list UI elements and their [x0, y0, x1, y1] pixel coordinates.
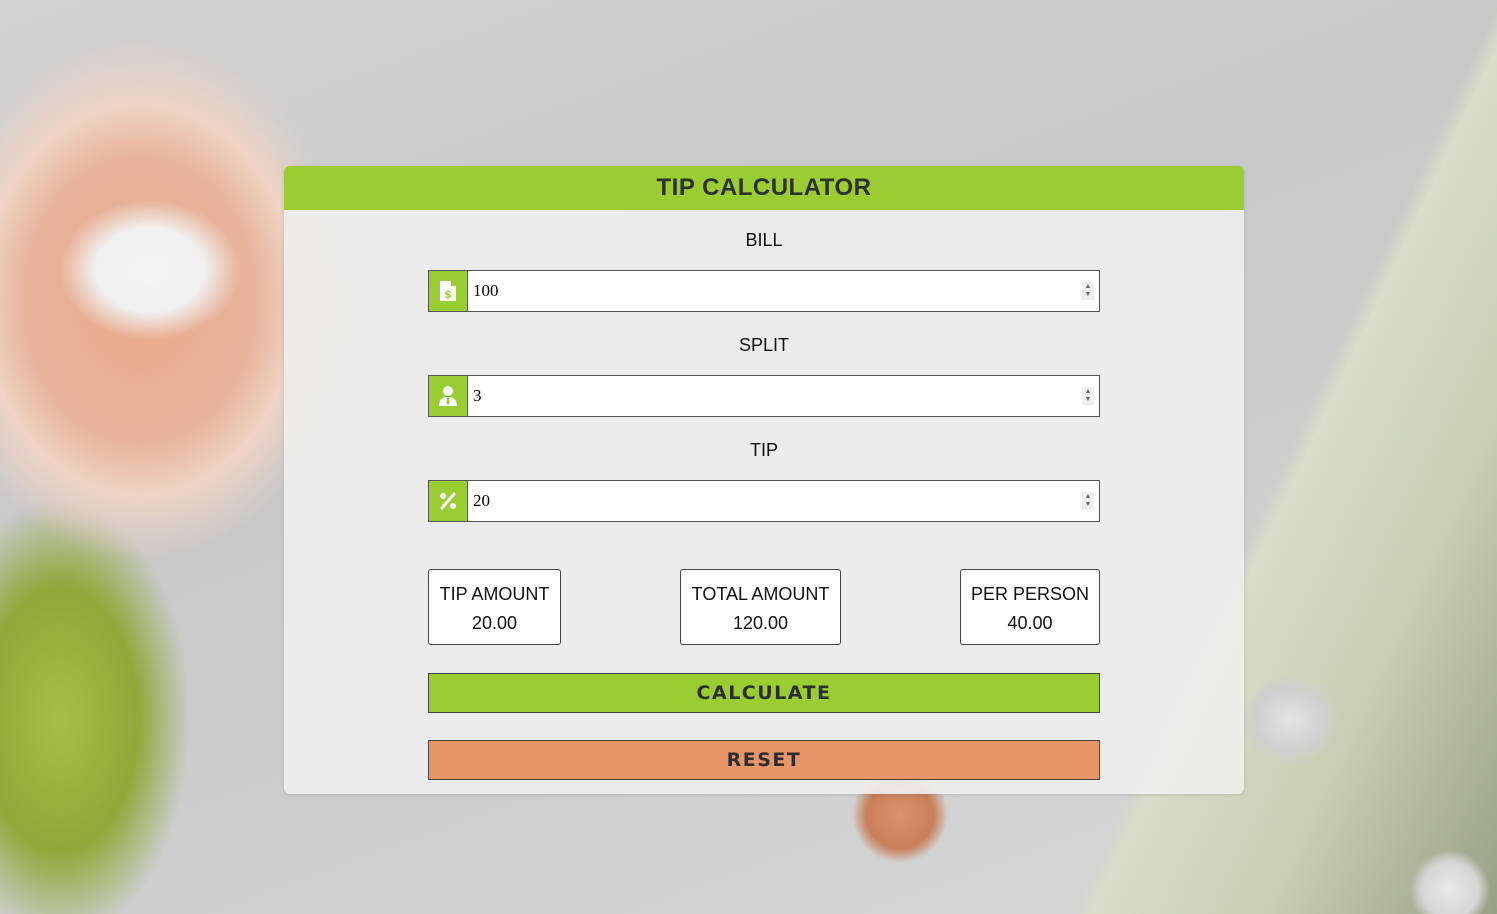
- tip-label: TIP: [749, 440, 778, 460]
- tip-field[interactable]: [468, 490, 1065, 512]
- tip-stepper[interactable]: ▲ ▼: [1082, 492, 1094, 510]
- bill-input-group: $ ▲▼: [428, 270, 1100, 312]
- percent-icon: [428, 480, 467, 522]
- per-person-value: 40.00: [1007, 613, 1053, 633]
- total-amount-value: 120.00: [732, 613, 789, 633]
- split-field[interactable]: [468, 385, 1065, 407]
- total-amount-box: TOTAL AMOUNT 120.00: [680, 569, 841, 645]
- reset-button[interactable]: RESET: [428, 740, 1100, 780]
- tip-input-group: ▲▼: [428, 480, 1100, 522]
- per-person-label: PER PERSON: [970, 584, 1090, 604]
- split-label: SPLIT: [738, 335, 790, 355]
- tip-amount-box: TIP AMOUNT 20.00: [428, 569, 561, 645]
- total-amount-label: TOTAL AMOUNT: [691, 584, 830, 604]
- calculate-button[interactable]: CALCULATE: [428, 673, 1100, 713]
- split-input-group: ▲▼: [428, 375, 1100, 417]
- tip-input[interactable]: ▲▼: [467, 480, 1100, 522]
- bill-field[interactable]: [468, 280, 1065, 302]
- app-title: TIP CALCULATOR: [284, 166, 1244, 210]
- bill-input[interactable]: ▲▼: [467, 270, 1100, 312]
- person-icon: [428, 375, 467, 417]
- bill-dollar-icon: $: [428, 270, 467, 312]
- per-person-box: PER PERSON 40.00: [960, 569, 1100, 645]
- split-stepper[interactable]: ▲ ▼: [1082, 387, 1094, 405]
- bill-label: BILL: [745, 230, 783, 250]
- tip-calculator-card: TIP CALCULATOR BILL $ ▲▼ SPLIT ▲▼: [284, 166, 1244, 794]
- svg-text:$: $: [444, 288, 452, 301]
- tip-amount-value: 20.00: [471, 613, 518, 633]
- tip-amount-label: TIP AMOUNT: [439, 584, 550, 604]
- bill-stepper[interactable]: ▲ ▼: [1082, 282, 1094, 300]
- split-input[interactable]: ▲▼: [467, 375, 1100, 417]
